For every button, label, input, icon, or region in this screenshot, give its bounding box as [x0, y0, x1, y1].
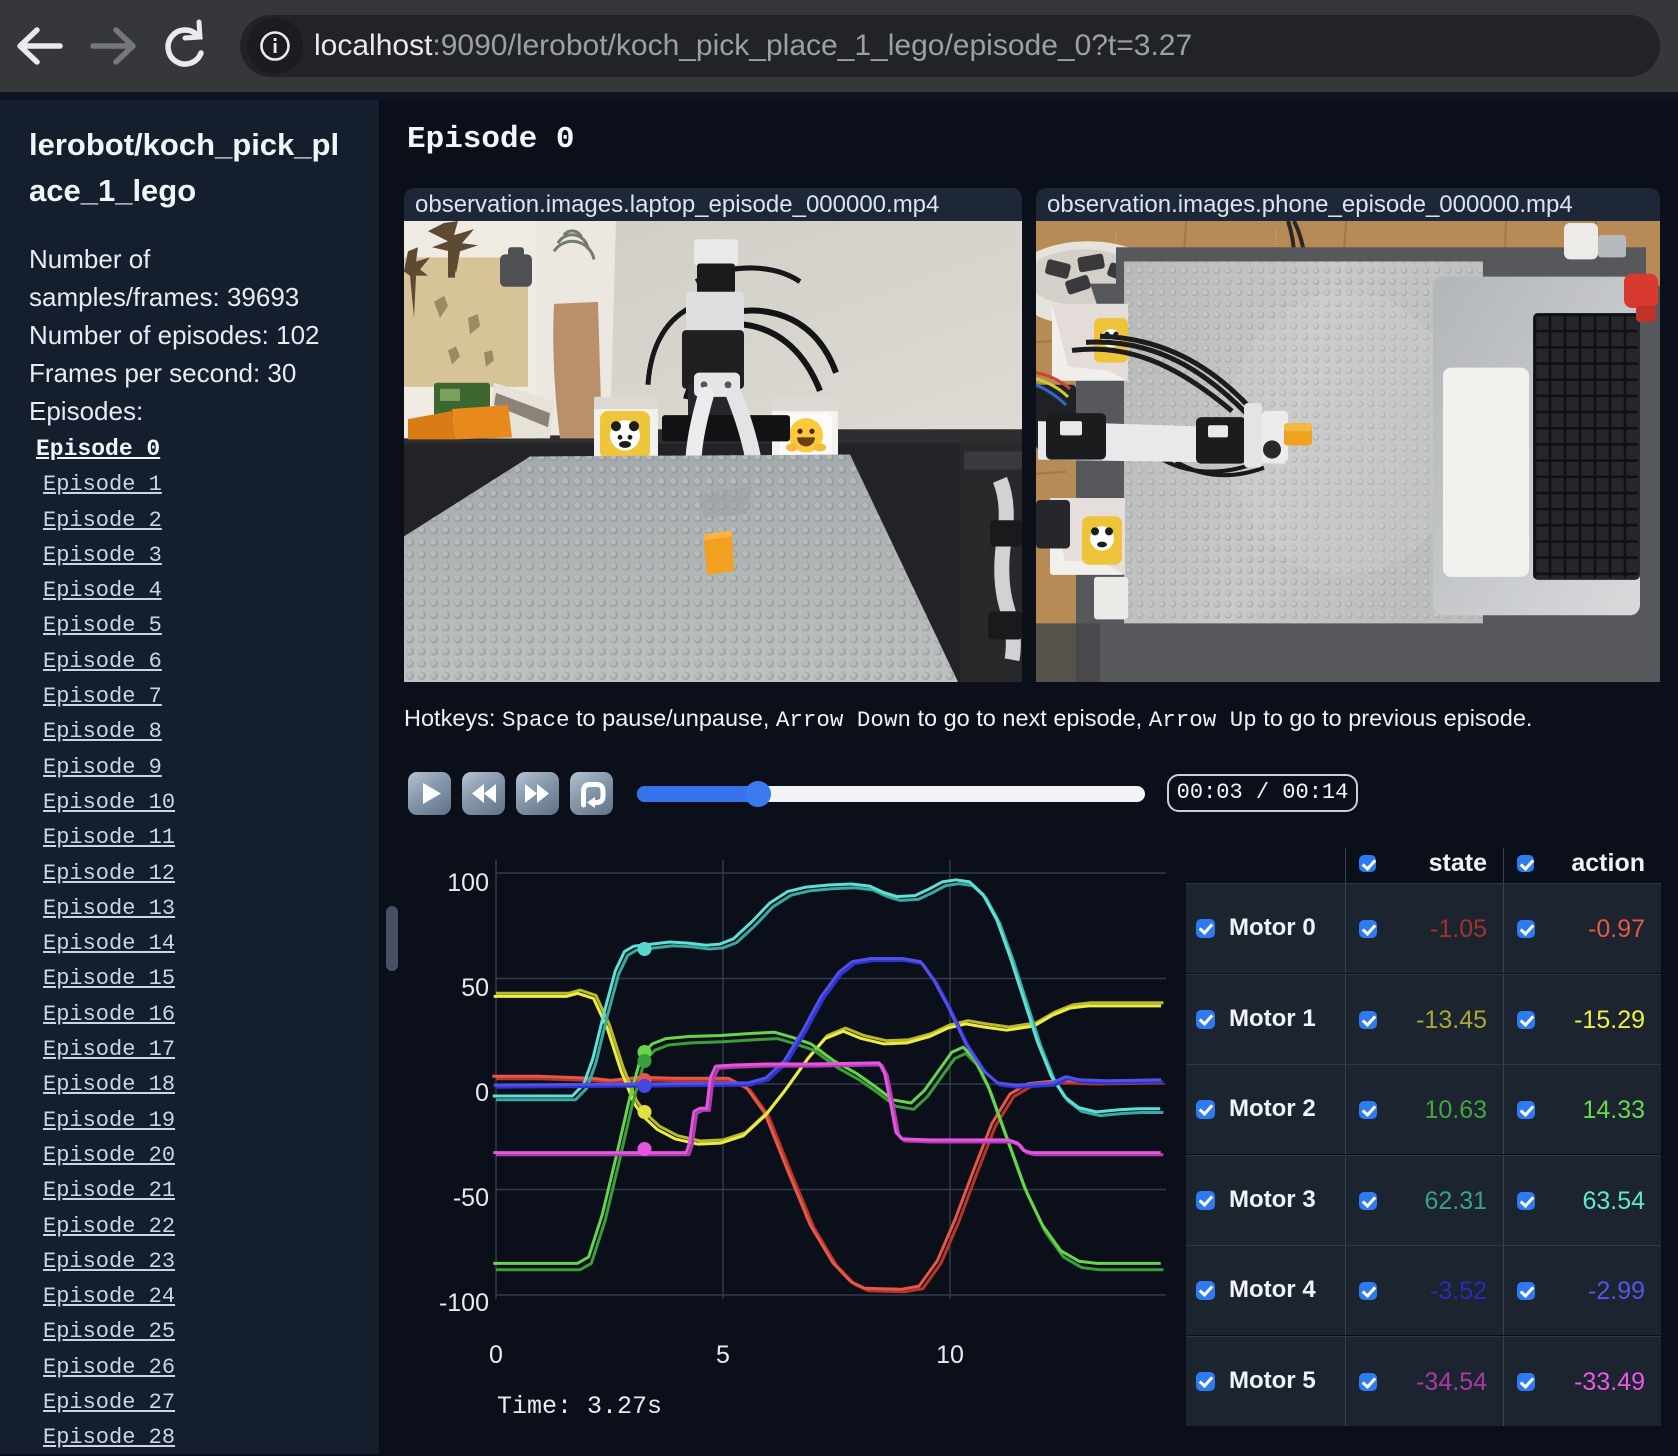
svg-text:5: 5 — [716, 1341, 730, 1369]
svg-text:50: 50 — [461, 974, 489, 1002]
svg-text:Time: 3.27s: Time: 3.27s — [497, 1392, 662, 1421]
svg-text:-100: -100 — [439, 1289, 489, 1317]
svg-text:10: 10 — [936, 1341, 964, 1369]
svg-text:0: 0 — [489, 1341, 503, 1369]
svg-text:0: 0 — [475, 1079, 489, 1107]
svg-text:-50: -50 — [453, 1184, 489, 1212]
svg-text:100: 100 — [447, 869, 489, 897]
